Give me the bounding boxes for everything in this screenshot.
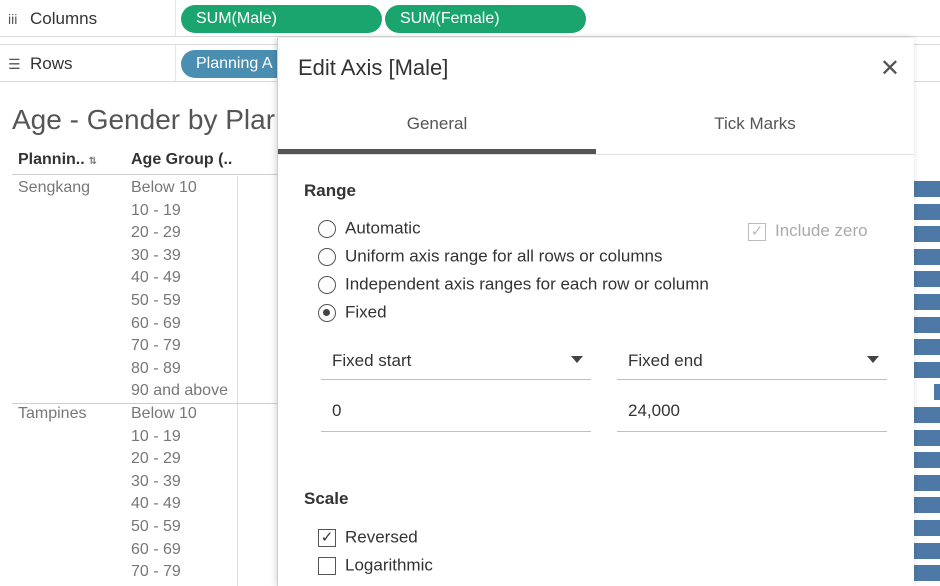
dialog-content: Range Automatic Uniform axis range for a… — [278, 155, 914, 586]
bar-mark[interactable] — [913, 497, 940, 514]
radio-button-selected[interactable] — [318, 303, 336, 322]
age-group-list: Below 10 10 - 19 20 - 29 30 - 39 40 - 49… — [131, 177, 228, 403]
bar-mark[interactable] — [913, 542, 940, 559]
scale-section-title: Scale — [304, 489, 349, 508]
column-divider — [237, 176, 238, 586]
row-header-age[interactable]: 30 - 39 — [131, 245, 228, 268]
radio-button[interactable] — [318, 275, 336, 294]
chevron-down-icon — [571, 356, 583, 363]
bar-mark[interactable] — [913, 520, 940, 536]
row-header-age[interactable]: 10 - 19 — [131, 426, 197, 449]
row-header-area[interactable]: Sengkang — [18, 179, 90, 197]
age-group-list: Below 10 10 - 19 20 - 29 30 - 39 40 - 49… — [131, 403, 197, 584]
bar-mark[interactable] — [913, 226, 940, 243]
radio-independent[interactable]: Independent axis ranges for each row or … — [318, 274, 709, 298]
radio-fixed[interactable]: Fixed — [318, 302, 387, 326]
bar-mark[interactable] — [913, 429, 940, 446]
row-header-age[interactable]: 20 - 29 — [131, 222, 228, 245]
bar-mark[interactable] — [913, 361, 940, 378]
pill-sum-female[interactable]: SUM(Female) — [385, 5, 586, 33]
fixed-end-dropdown[interactable]: Fixed end — [617, 341, 887, 380]
row-header-age[interactable]: 60 - 69 — [131, 313, 228, 336]
tab-tick-marks[interactable]: Tick Marks — [596, 98, 914, 154]
rows-icon: ☰ — [8, 56, 21, 72]
shelf-divider — [175, 45, 176, 81]
logarithmic-checkbox[interactable]: Logarithmic — [318, 555, 433, 576]
row-header-age[interactable]: 40 - 49 — [131, 267, 228, 290]
fixed-end-input[interactable] — [628, 401, 868, 421]
header-divider — [12, 174, 277, 175]
row-header-age[interactable]: 70 - 79 — [131, 561, 197, 584]
row-header-age[interactable]: 30 - 39 — [131, 471, 197, 494]
close-icon[interactable]: ✕ — [880, 54, 900, 83]
tab-general[interactable]: General — [278, 98, 596, 154]
row-header-age[interactable]: 70 - 79 — [131, 335, 228, 358]
shelf-divider — [175, 0, 176, 36]
range-section-title: Range — [304, 181, 356, 200]
check-icon: ✓ — [748, 222, 766, 241]
row-header-age[interactable]: 60 - 69 — [131, 539, 197, 562]
bar-mark[interactable] — [934, 384, 940, 401]
radio-uniform[interactable]: Uniform axis range for all rows or colum… — [318, 246, 662, 270]
bar-mark[interactable] — [913, 181, 940, 197]
row-header-age[interactable]: Below 10 — [131, 177, 228, 200]
rows-shelf-label: ☰ Rows — [8, 54, 73, 73]
chevron-down-icon — [867, 356, 879, 363]
row-header-age[interactable]: 90 and above — [131, 380, 228, 403]
pill-sum-male[interactable]: SUM(Male) — [181, 5, 382, 33]
bar-mark[interactable] — [913, 407, 940, 423]
edit-axis-dialog: Edit Axis [Male] ✕ General Tick Marks Ra… — [277, 38, 914, 586]
row-header-age[interactable]: 20 - 29 — [131, 448, 197, 471]
include-zero-checkbox[interactable]: ✓ Include zero — [748, 221, 868, 241]
bar-mark[interactable] — [913, 248, 940, 265]
fixed-start-dropdown[interactable]: Fixed start — [321, 341, 591, 380]
reversed-checkbox[interactable]: ✓ Reversed — [318, 527, 418, 548]
dialog-header: Edit Axis [Male] ✕ — [278, 38, 914, 98]
check-icon[interactable]: ✓ — [318, 528, 336, 547]
bar-mark[interactable] — [913, 339, 940, 356]
columns-shelf: iii Columns SUM(Male) SUM(Female) — [0, 0, 940, 37]
row-header-area[interactable]: Tampines — [18, 405, 86, 423]
bar-mark[interactable] — [913, 316, 940, 333]
row-header-age[interactable]: 50 - 59 — [131, 516, 197, 539]
header-age-group[interactable]: Age Group (.. — [131, 151, 232, 169]
row-header-age[interactable]: 40 - 49 — [131, 493, 197, 516]
radio-button[interactable] — [318, 219, 336, 238]
row-header-age[interactable]: 50 - 59 — [131, 290, 228, 313]
sort-icon[interactable]: ⇅ — [89, 156, 97, 167]
row-header-age[interactable]: 80 - 89 — [131, 358, 228, 381]
checkbox-box[interactable] — [318, 556, 336, 575]
radio-button[interactable] — [318, 247, 336, 266]
row-header-age[interactable]: 10 - 19 — [131, 200, 228, 223]
bar-mark[interactable] — [913, 294, 940, 310]
columns-icon: iii — [8, 11, 18, 27]
fixed-end-field[interactable] — [617, 393, 887, 432]
columns-shelf-label: iii Columns — [8, 9, 98, 28]
header-planning-area[interactable]: Plannin.. ⇅ — [18, 151, 97, 169]
bar-mark[interactable] — [913, 271, 940, 288]
bar-mark[interactable] — [913, 474, 940, 491]
bar-mark[interactable] — [913, 203, 940, 220]
fixed-start-input[interactable] — [332, 401, 572, 421]
worksheet-title: Age - Gender by Plar — [12, 104, 276, 135]
fixed-start-field[interactable] — [321, 393, 591, 432]
bar-mark[interactable] — [913, 452, 940, 469]
bar-mark[interactable] — [913, 565, 940, 582]
row-header-age[interactable]: Below 10 — [131, 403, 197, 426]
dialog-title: Edit Axis [Male] — [298, 55, 449, 80]
dialog-tabs: General Tick Marks — [278, 98, 914, 155]
radio-automatic[interactable]: Automatic — [318, 218, 421, 242]
